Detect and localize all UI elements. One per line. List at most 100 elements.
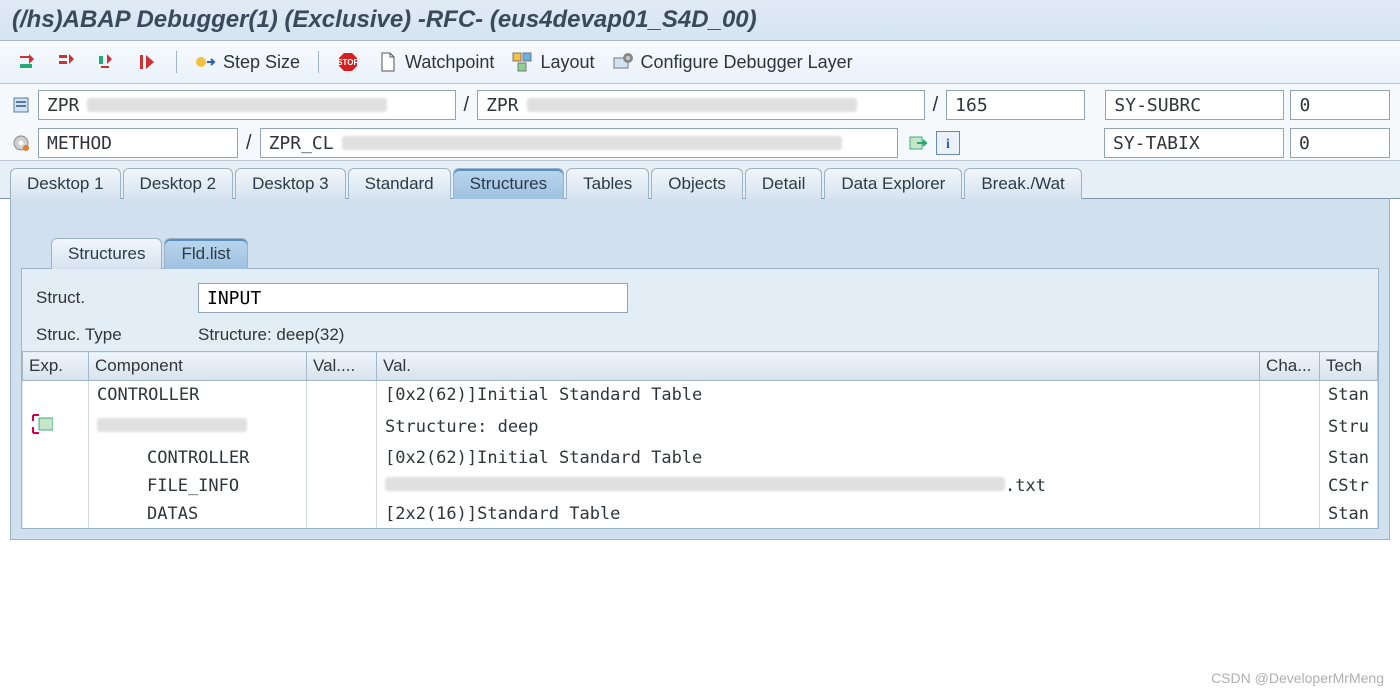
continue-button[interactable] — [130, 49, 164, 75]
step-over-button[interactable] — [50, 49, 84, 75]
cell-cha — [1260, 409, 1320, 444]
cell-valtype — [307, 381, 377, 410]
col-component[interactable]: Component — [89, 352, 307, 381]
cell-val: [0x2(62)]Initial Standard Table — [377, 444, 1260, 472]
document-icon — [377, 51, 399, 73]
cell-val: [2x2(16)]Standard Table — [377, 500, 1260, 528]
sysvar-name-2[interactable]: SY-TABIX — [1104, 128, 1284, 158]
cell-tech: Stan — [1320, 381, 1378, 410]
subtab-fld-list[interactable]: Fld.list — [164, 238, 247, 269]
cell-tech: CStr — [1320, 472, 1378, 500]
cell-component: CONTROLLER — [89, 381, 307, 410]
step-over-icon — [56, 51, 78, 73]
main-toolbar: Step Size STOP Watchpoint Layout Configu… — [0, 41, 1400, 84]
cell-exp — [23, 500, 89, 528]
table-row[interactable]: CONTROLLER [0x2(62)]Initial Standard Tabl… — [23, 381, 1378, 410]
step-size-button[interactable]: Step Size — [189, 49, 306, 75]
subtab-structures[interactable]: Structures — [51, 238, 162, 269]
program-field-1[interactable]: ZPR — [38, 90, 456, 120]
struct-input[interactable] — [198, 283, 628, 313]
step-out-button[interactable] — [90, 49, 124, 75]
cell-valtype — [307, 409, 377, 444]
layout-button[interactable]: Layout — [506, 49, 600, 75]
location-row-2: METHOD / ZPR_CL i SY-TABIX 0 — [10, 128, 1390, 158]
method-field[interactable]: ZPR_CL — [260, 128, 898, 158]
cell-cha — [1260, 500, 1320, 528]
configure-layer-label: Configure Debugger Layer — [640, 52, 852, 73]
redacted-text — [342, 136, 842, 150]
sysvar-value-1[interactable]: 0 — [1290, 90, 1390, 120]
field-text: ZPR — [486, 95, 519, 116]
navigate-icon[interactable] — [908, 132, 930, 154]
cell-cha — [1260, 444, 1320, 472]
struct-type-value: Structure: deep(32) — [198, 325, 344, 345]
table-header: Exp. Component Val.... Val. Cha... Tech — [23, 352, 1378, 381]
cell-cha — [1260, 472, 1320, 500]
cell-tech: Stru — [1320, 409, 1378, 444]
table-row[interactable]: CONTROLLER[0x2(62)]Initial Standard Tabl… — [23, 444, 1378, 472]
col-cha[interactable]: Cha... — [1260, 352, 1320, 381]
tab-detail[interactable]: Detail — [745, 168, 822, 199]
cell-tech: Stan — [1320, 444, 1378, 472]
line-field[interactable]: 165 — [946, 90, 1085, 120]
gear-icon[interactable] — [10, 132, 32, 154]
table-row[interactable]: FILE_INFO.txtCStr — [23, 472, 1378, 500]
struct-row: Struct. — [22, 277, 1378, 319]
stop-icon: STOP — [337, 51, 359, 73]
layout-label: Layout — [540, 52, 594, 73]
event-field[interactable]: METHOD — [38, 128, 238, 158]
tab-desktop-3[interactable]: Desktop 3 — [235, 168, 346, 199]
tab-objects[interactable]: Objects — [651, 168, 743, 199]
tab-break-wat[interactable]: Break./Wat — [964, 168, 1081, 199]
tab-tables[interactable]: Tables — [566, 168, 649, 199]
cell-valtype — [307, 444, 377, 472]
info-icon[interactable]: i — [936, 131, 960, 155]
watchpoint-button[interactable]: Watchpoint — [371, 49, 500, 75]
program-field-2[interactable]: ZPR — [477, 90, 924, 120]
redacted-text — [97, 418, 247, 432]
col-tech[interactable]: Tech — [1320, 352, 1378, 381]
table-body: CONTROLLER [0x2(62)]Initial Standard Tabl… — [23, 381, 1378, 529]
table-row[interactable]: DATAS[2x2(16)]Standard TableStan — [23, 500, 1378, 528]
tab-desktop-1[interactable]: Desktop 1 — [10, 168, 121, 199]
stop-button[interactable]: STOP — [331, 49, 365, 75]
cell-component: DATAS — [89, 500, 307, 528]
redacted-text — [385, 477, 1005, 491]
col-val[interactable]: Val. — [377, 352, 1260, 381]
tab-desktop-2[interactable]: Desktop 2 — [123, 168, 234, 199]
watermark: CSDN @DeveloperMrMeng — [1211, 670, 1384, 686]
tab-data-explorer[interactable]: Data Explorer — [824, 168, 962, 199]
structure-panel: Struct. Struc. Type Structure: deep(32) … — [21, 268, 1379, 529]
separator — [176, 51, 177, 73]
table-row[interactable]: Structure: deepStru — [23, 409, 1378, 444]
step-into-button[interactable] — [10, 49, 44, 75]
col-valtype[interactable]: Val.... — [307, 352, 377, 381]
cell-exp — [23, 472, 89, 500]
field-text: ZPR_CL — [269, 133, 334, 154]
svg-text:STOP: STOP — [337, 58, 359, 67]
step-size-icon — [195, 51, 217, 73]
sysvar-value-2[interactable]: 0 — [1290, 128, 1390, 158]
step-size-label: Step Size — [223, 52, 300, 73]
separator-slash: / — [462, 94, 472, 117]
field-text: ZPR — [47, 95, 80, 116]
location-row-1: ZPR / ZPR / 165 SY-SUBRC 0 — [10, 90, 1390, 120]
sysvar-name-1[interactable]: SY-SUBRC — [1105, 90, 1284, 120]
struct-label: Struct. — [36, 288, 186, 308]
main-tabstrip: Desktop 1Desktop 2Desktop 3StandardStruc… — [0, 161, 1400, 199]
program-icon[interactable] — [10, 94, 32, 116]
watchpoint-label: Watchpoint — [405, 52, 494, 73]
tab-structures[interactable]: Structures — [453, 168, 564, 199]
tab-standard[interactable]: Standard — [348, 168, 451, 199]
cell-val: [0x2(62)]Initial Standard Table — [377, 381, 1260, 410]
body-pane: StructuresFld.list Struct. Struc. Type S… — [10, 199, 1390, 540]
separator — [318, 51, 319, 73]
cell-exp — [23, 381, 89, 410]
col-exp[interactable]: Exp. — [23, 352, 89, 381]
cell-component — [89, 409, 307, 444]
configure-layer-button[interactable]: Configure Debugger Layer — [606, 49, 858, 75]
cell-valtype — [307, 472, 377, 500]
step-out-icon — [96, 51, 118, 73]
window-title: (/hs)ABAP Debugger(1) (Exclusive) -RFC- … — [0, 0, 1400, 41]
separator-slash: / — [244, 132, 254, 155]
